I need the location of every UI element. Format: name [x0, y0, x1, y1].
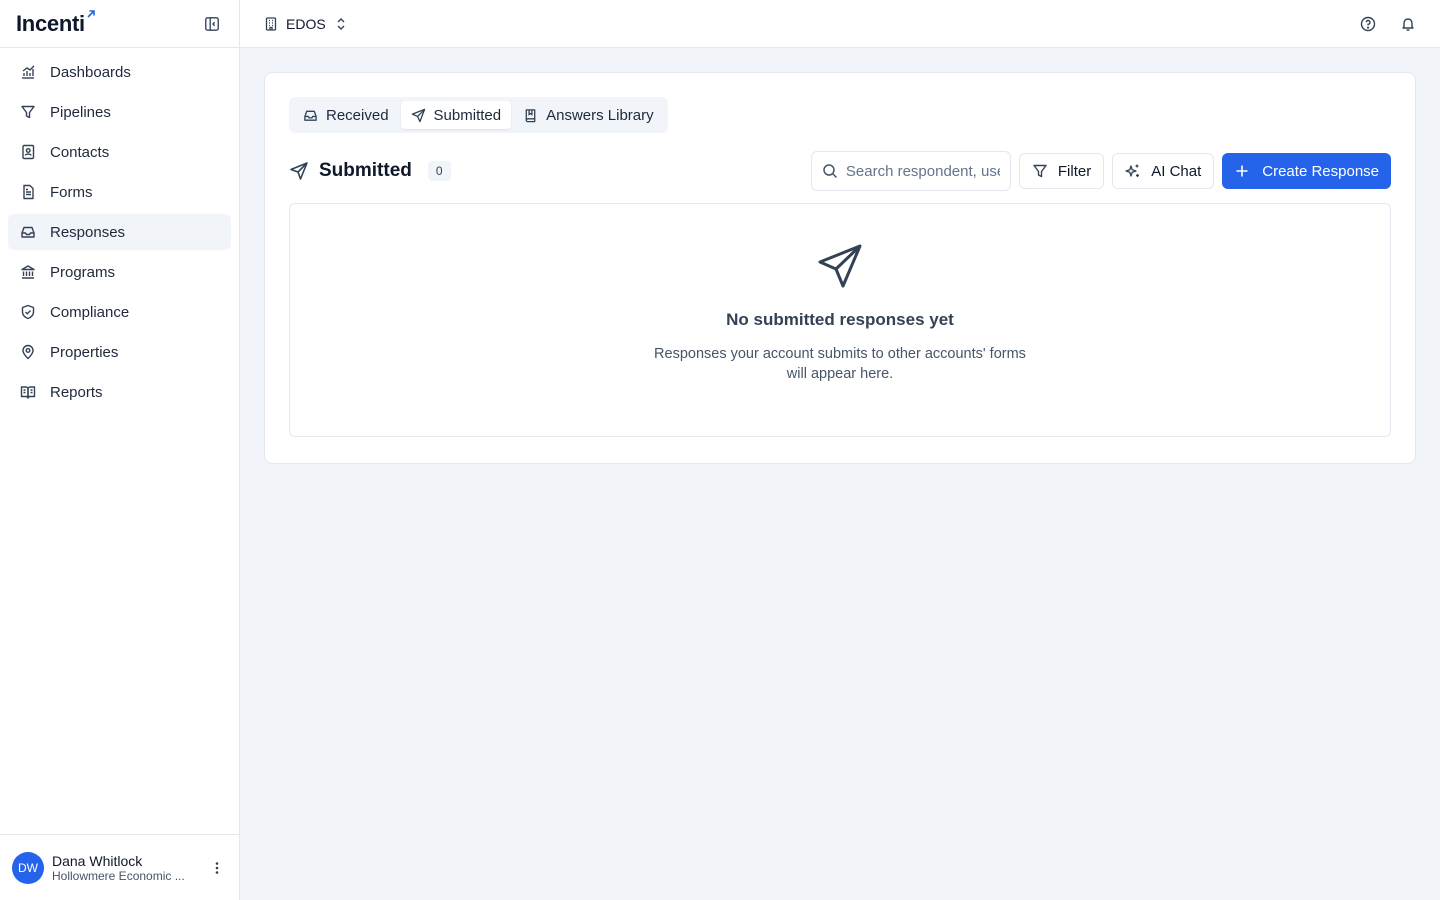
tab-answers-library[interactable]: Answers Library	[513, 101, 664, 129]
section-actions: Filter AI Chat Create Response	[810, 151, 1391, 191]
tab-received[interactable]: Received	[293, 101, 399, 129]
help-circle-icon[interactable]	[1360, 16, 1376, 32]
user-org: Hollowmere Economic ...	[52, 868, 185, 883]
count-badge: 0	[427, 161, 451, 181]
filter-icon	[1033, 164, 1047, 178]
sidebar-item-compliance[interactable]: Compliance	[8, 294, 231, 330]
send-icon	[411, 108, 425, 122]
sidebar-collapse-icon[interactable]	[203, 15, 221, 33]
tab-label: Submitted	[433, 106, 502, 124]
document-icon	[23, 184, 34, 200]
search-input[interactable]	[845, 162, 1000, 180]
search-icon	[823, 164, 837, 179]
inbox-icon	[304, 110, 317, 121]
more-vertical-icon[interactable]	[207, 858, 227, 878]
avatar: DW	[12, 851, 44, 884]
org-switcher[interactable]: EDOS	[264, 16, 348, 32]
filter-button-label: Filter	[1057, 162, 1092, 180]
empty-state-title: No submitted responses yet	[726, 310, 954, 329]
sidebar: Incenti Dashboards Pipelines Contacts Fo…	[0, 0, 240, 900]
user-profile[interactable]: DW Dana Whitlock Hollowmere Economic ...	[0, 834, 239, 900]
sidebar-item-dashboards[interactable]: Dashboards	[8, 54, 231, 90]
book-icon	[525, 108, 536, 122]
org-name: EDOS	[286, 15, 326, 32]
sidebar-item-label: Dashboards	[50, 63, 131, 81]
empty-state-description: Responses your account submits to other …	[654, 346, 1026, 382]
sidebar-item-contacts[interactable]: Contacts	[8, 134, 231, 170]
sidebar-item-label: Pipelines	[50, 103, 111, 121]
sidebar-item-responses[interactable]: Responses	[8, 214, 231, 250]
tab-label: Received	[326, 106, 389, 124]
responses-card: Received Submitted Answers Library Submi	[264, 72, 1416, 464]
chart-icon	[22, 65, 35, 79]
bell-icon[interactable]	[1400, 16, 1416, 32]
section-header: Submitted 0 Filter	[289, 151, 1391, 191]
create-response-button[interactable]: Create Response	[1222, 153, 1391, 189]
inbox-icon	[21, 226, 35, 238]
page-title: Submitted	[319, 160, 412, 181]
sidebar-item-label: Properties	[50, 343, 119, 361]
sidebar-item-programs[interactable]: Programs	[8, 254, 231, 290]
topbar-actions	[1360, 16, 1416, 32]
section-title-group: Submitted 0	[289, 160, 451, 182]
page-content: Received Submitted Answers Library Submi	[240, 48, 1440, 488]
topbar: EDOS	[240, 0, 1440, 48]
app-shell: Incenti Dashboards Pipelines Contacts Fo…	[0, 0, 1440, 900]
sidebar-item-label: Reports	[50, 383, 103, 401]
app-logo[interactable]: Incenti	[16, 9, 96, 37]
ai-chat-button[interactable]: AI Chat	[1112, 153, 1215, 189]
shield-check-icon	[21, 304, 35, 320]
create-response-label: Create Response	[1262, 162, 1379, 180]
filter-button[interactable]: Filter	[1018, 153, 1105, 189]
landmark-icon	[21, 265, 35, 279]
sparkles-icon	[1125, 164, 1140, 177]
sidebar-item-label: Contacts	[50, 143, 110, 161]
logo-arrow-icon	[87, 9, 95, 18]
map-pin-icon	[22, 344, 34, 360]
main-area: EDOS Received Submitted Answers Library …	[240, 0, 1440, 900]
sidebar-nav: Dashboards Pipelines Contacts Forms Resp…	[0, 48, 239, 834]
sidebar-item-label: Programs	[50, 263, 116, 281]
sidebar-item-pipelines[interactable]: Pipelines	[8, 94, 231, 130]
sidebar-header: Incenti	[0, 0, 239, 48]
plus-icon	[1236, 165, 1248, 177]
building-icon	[265, 16, 277, 31]
contact-book-icon	[22, 144, 35, 160]
user-name: Dana Whitlock	[52, 852, 143, 869]
send-icon	[290, 162, 308, 180]
sidebar-item-label: Responses	[50, 223, 126, 241]
ai-chat-button-label: AI Chat	[1151, 162, 1202, 180]
sidebar-item-properties[interactable]: Properties	[8, 334, 231, 370]
filter-icon	[21, 105, 35, 119]
responses-tabs: Received Submitted Answers Library	[289, 97, 668, 133]
tab-label: Answers Library	[546, 106, 654, 124]
tab-submitted[interactable]: Submitted	[400, 101, 512, 129]
chevrons-up-down-icon	[337, 17, 345, 30]
empty-state: No submitted responses yet Responses you…	[289, 203, 1391, 437]
sidebar-item-forms[interactable]: Forms	[8, 174, 231, 210]
send-icon	[818, 244, 862, 288]
sidebar-item-label: Forms	[50, 183, 93, 201]
search-box	[810, 151, 1011, 191]
user-meta: Dana Whitlock Hollowmere Economic ...	[52, 853, 199, 883]
app-logo-text: Incenti	[16, 10, 85, 36]
sidebar-item-label: Compliance	[50, 303, 130, 321]
book-open-icon	[20, 386, 36, 399]
sidebar-item-reports[interactable]: Reports	[8, 374, 231, 410]
